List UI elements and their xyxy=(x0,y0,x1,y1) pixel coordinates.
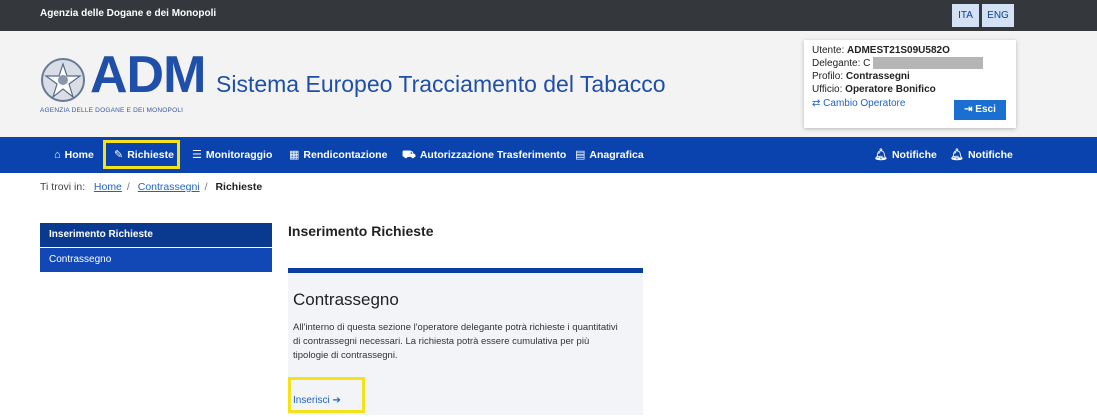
swap-icon: ⇄ xyxy=(812,98,821,109)
user-row: Utente: ADMEST21S09U582O xyxy=(812,45,950,56)
nav-anagrafica[interactable]: ▤ Anagrafica xyxy=(575,137,644,173)
nav-home[interactable]: ⌂ Home xyxy=(54,137,94,173)
home-icon: ⌂ xyxy=(54,149,61,161)
breadcrumb-current: Richieste xyxy=(215,181,263,193)
nav-rendicontazione[interactable]: ▦ Rendicontazione xyxy=(289,137,387,173)
breadcrumb: Ti trovi in: Home / Contrassegni / Richies… xyxy=(40,181,263,193)
user-id: ADMEST21S09U582O xyxy=(847,45,950,56)
ufficio-row: Ufficio: Operatore Bonifico xyxy=(812,84,936,95)
sidebar-item-contrassegno[interactable]: Contrassegno xyxy=(40,248,272,272)
highlight-inserisci xyxy=(288,377,365,413)
redacted-mask xyxy=(873,57,984,70)
agency-name: Agenzia delle Dogane e dei Monopoli xyxy=(40,8,217,19)
calculator-icon: ▦ xyxy=(289,149,300,161)
delegante-value: C xyxy=(863,58,871,69)
lang-eng-button[interactable]: ENG xyxy=(982,4,1014,27)
nav-notifiche-2[interactable]: 🔔︎ Notifiche xyxy=(950,137,1013,173)
nav-autorizzazione[interactable]: ⛟ Autorizzazione Trasferimento xyxy=(402,137,566,173)
card-description: All'interno di questa sezione l'operator… xyxy=(293,322,618,361)
emblem-icon xyxy=(41,58,85,102)
bell-icon: 🔔︎ xyxy=(950,149,964,161)
lang-ita-button[interactable]: ITA xyxy=(952,4,979,27)
profilo-row: Profilo: Contrassegni xyxy=(812,71,910,82)
page-title: Inserimento Richieste xyxy=(288,223,434,239)
nav-monitoraggio[interactable]: ☰ Monitoraggio xyxy=(192,137,272,173)
profilo-value: Contrassegni xyxy=(845,71,910,82)
site-title: Sistema Europeo Tracciamento del Tabacco xyxy=(216,71,666,97)
bell-icon: 🔔︎ xyxy=(874,149,888,161)
list-icon: ☰ xyxy=(192,149,202,161)
logo-subtitle: AGENZIA DELLE DOGANE E DEI MONOPOLI xyxy=(40,107,184,114)
user-info-box: Utente: ADMEST21S09U582O Delegante: C Pr… xyxy=(804,40,1016,128)
top-bar: Agenzia delle Dogane e dei Monopoli ITA … xyxy=(0,0,1097,31)
breadcrumb-home[interactable]: Home xyxy=(94,181,122,193)
highlight-richieste xyxy=(103,140,180,169)
truck-icon: ⛟ xyxy=(402,149,416,161)
card-title: Contrassegno xyxy=(293,290,399,309)
adm-logo[interactable]: ADM xyxy=(90,45,206,105)
sidebar-item-inserimento-richieste[interactable]: Inserimento Richieste xyxy=(40,223,272,247)
site-header: ADM AGENZIA DELLE DOGANE E DEI MONOPOLI … xyxy=(0,31,1097,137)
sidebar: Inserimento Richieste Contrassegno xyxy=(40,223,272,272)
ufficio-value: Operatore Bonifico xyxy=(845,84,936,95)
breadcrumb-contrassegni[interactable]: Contrassegni xyxy=(138,181,200,193)
delegante-row: Delegante: C xyxy=(812,57,1008,70)
logout-icon: ⇥ xyxy=(964,104,973,115)
file-icon: ▤ xyxy=(575,149,586,161)
logout-button[interactable]: ⇥ Esci xyxy=(954,100,1006,120)
nav-notifiche-1[interactable]: 🔔︎ Notifiche xyxy=(874,137,937,173)
